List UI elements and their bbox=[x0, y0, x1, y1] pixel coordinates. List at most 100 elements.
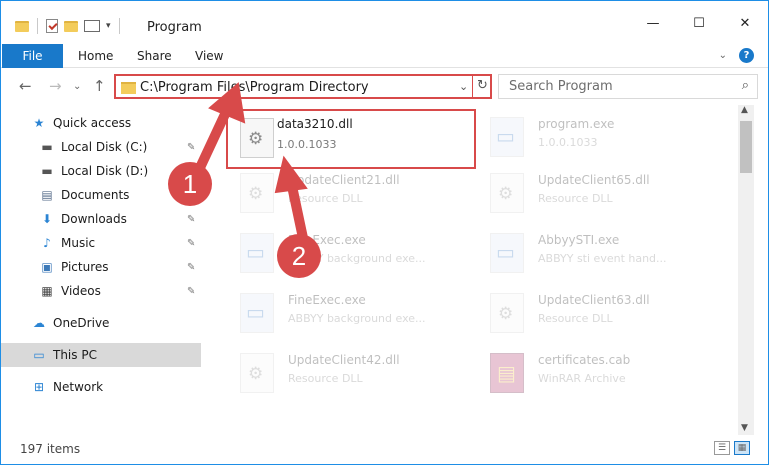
address-path[interactable]: C:\Program Files\Program Directory bbox=[140, 80, 369, 95]
star-icon: ★ bbox=[33, 116, 45, 130]
minimize-button[interactable]: — bbox=[630, 9, 676, 37]
window-title: Program bbox=[147, 20, 202, 35]
explorer-window: ▾ Program — ☐ ✕ File Home Share View ⌄ ?… bbox=[0, 0, 769, 465]
sidebar-item-pictures[interactable]: ▣ Pictures ✎ bbox=[1, 255, 201, 279]
quick-access-toolbar: ▾ bbox=[15, 18, 122, 34]
file-name: UpdateClient21.dll bbox=[288, 173, 400, 187]
file-name: certificates.cab bbox=[538, 353, 631, 367]
view-icon[interactable] bbox=[84, 20, 100, 32]
file-item[interactable]: UpdateClient63.dll Resource DLL bbox=[476, 285, 716, 341]
sidebar-item-local-disk-c[interactable]: ▬ Local Disk (C:) ✎ bbox=[1, 135, 201, 159]
file-item[interactable]: FineExec.exe ABBYY background exe... bbox=[226, 285, 466, 341]
sidebar-item-quick-access[interactable]: ★ Quick access bbox=[1, 111, 201, 135]
music-icon: ♪ bbox=[43, 236, 51, 250]
tab-view[interactable]: View bbox=[195, 49, 223, 63]
sidebar-item-videos[interactable]: ▦ Videos ✎ bbox=[1, 279, 201, 303]
ribbon-right: ⌄ ? bbox=[719, 48, 754, 63]
sidebar-item-network[interactable]: ⊞ Network bbox=[1, 375, 201, 399]
properties-icon[interactable] bbox=[46, 19, 58, 33]
file-item[interactable]: certificates.cab WinRAR Archive bbox=[476, 345, 716, 401]
file-item[interactable]: UpdateClient65.dll Resource DLL bbox=[476, 165, 716, 221]
up-button[interactable]: ↑ bbox=[93, 77, 106, 95]
file-item[interactable]: AbbyySTI.exe ABBYY sti event hand... bbox=[476, 225, 716, 281]
file-name: data3210.dll bbox=[277, 117, 353, 131]
file-name: UpdateClient42.dll bbox=[288, 353, 400, 367]
navigation-pane: ★ Quick access ▬ Local Disk (C:) ✎ ▬ Local Dis… bbox=[1, 105, 203, 435]
close-button[interactable]: ✕ bbox=[722, 9, 768, 37]
dll-file-icon bbox=[490, 173, 524, 213]
search-icon[interactable]: ⌕ bbox=[742, 78, 749, 93]
pin-icon: ✎ bbox=[187, 237, 196, 249]
scroll-down-icon[interactable]: ▼ bbox=[741, 423, 748, 433]
file-item[interactable]: FineExec.exeABBYY background exe... bbox=[226, 225, 466, 281]
file-item[interactable]: UpdateClient42.dll Resource DLL bbox=[226, 345, 466, 401]
file-name: program.exe bbox=[538, 117, 615, 131]
toolbar-divider bbox=[118, 18, 120, 34]
maximize-button[interactable]: ☐ bbox=[676, 9, 722, 37]
details-view-icon[interactable]: ☰ bbox=[714, 441, 730, 455]
application-icon bbox=[490, 117, 524, 157]
tab-file[interactable]: File bbox=[2, 44, 63, 68]
search-box[interactable]: Search Program ⌕ bbox=[498, 74, 758, 99]
pin-icon: ✎ bbox=[187, 261, 196, 273]
computer-icon: ▭ bbox=[33, 348, 45, 362]
toolbar-divider bbox=[37, 18, 38, 34]
vertical-scrollbar[interactable]: ▲ ▼ bbox=[738, 105, 754, 435]
application-icon bbox=[490, 233, 524, 273]
annotation-badge-2: 2 bbox=[277, 234, 321, 278]
forward-button[interactable]: → bbox=[49, 77, 62, 95]
window-controls: — ☐ ✕ bbox=[630, 9, 768, 37]
search-placeholder[interactable]: Search Program bbox=[509, 79, 613, 94]
view-switcher: ☰ ▦ bbox=[714, 441, 750, 455]
file-name: FineExec.exe bbox=[288, 293, 366, 307]
file-description: WinRAR Archive bbox=[538, 372, 626, 385]
address-dropdown-icon[interactable]: ⌄ bbox=[459, 80, 468, 93]
sidebar-item-onedrive[interactable]: ☁ OneDrive bbox=[1, 311, 201, 335]
pictures-icon: ▣ bbox=[41, 260, 53, 274]
network-icon: ⊞ bbox=[33, 380, 45, 394]
sidebar-item-label: Documents bbox=[61, 188, 130, 202]
file-description: Resource DLL bbox=[538, 192, 613, 205]
scrollbar-thumb[interactable] bbox=[740, 121, 752, 173]
folder-icon bbox=[121, 82, 136, 94]
scroll-up-icon[interactable]: ▲ bbox=[741, 105, 748, 115]
large-icons-view-icon[interactable]: ▦ bbox=[734, 441, 750, 455]
refresh-icon[interactable]: ↻ bbox=[477, 78, 488, 93]
file-name: AbbyySTI.exe bbox=[538, 233, 620, 247]
folder-icon[interactable] bbox=[15, 20, 29, 32]
tab-share[interactable]: Share bbox=[137, 49, 172, 63]
file-name: UpdateClient63.dll bbox=[538, 293, 650, 307]
file-description: 1.0.0.1033 bbox=[538, 136, 598, 149]
file-item[interactable]: data3210.dll 1.0.0.1033 bbox=[226, 109, 476, 169]
address-divider bbox=[472, 76, 473, 97]
file-item[interactable]: program.exe 1.0.0.1033 bbox=[476, 109, 716, 165]
sidebar-item-this-pc[interactable]: ▭ This PC bbox=[1, 343, 201, 367]
archive-icon bbox=[490, 353, 524, 393]
sidebar-item-label: Local Disk (D:) bbox=[61, 164, 149, 178]
help-icon[interactable]: ? bbox=[739, 48, 754, 63]
file-item[interactable]: UpdateClient21.dll Resource DLL bbox=[226, 165, 466, 221]
tab-home[interactable]: Home bbox=[78, 49, 113, 63]
file-name: UpdateClient65.dll bbox=[538, 173, 650, 187]
pin-icon: ✎ bbox=[187, 213, 196, 225]
sidebar-item-downloads[interactable]: ⬇ Downloads ✎ bbox=[1, 207, 201, 231]
sidebar-item-label: OneDrive bbox=[53, 316, 110, 330]
sidebar-item-label: Music bbox=[61, 236, 96, 250]
address-bar[interactable]: C:\Program Files\Program Directory ⌄ ↻ bbox=[114, 74, 492, 99]
drive-icon: ▬ bbox=[41, 140, 53, 154]
sidebar-item-music[interactable]: ♪ Music ✎ bbox=[1, 231, 201, 255]
sidebar-item-label: Downloads bbox=[61, 212, 127, 226]
new-folder-icon[interactable] bbox=[64, 20, 78, 32]
file-description: 1.0.0.1033 bbox=[277, 138, 337, 151]
application-icon bbox=[240, 233, 274, 273]
cloud-icon: ☁ bbox=[33, 316, 45, 330]
sidebar-item-label: Videos bbox=[61, 284, 101, 298]
file-description: ABBYY background exe... bbox=[288, 312, 426, 325]
expand-ribbon-icon[interactable]: ⌄ bbox=[719, 50, 727, 61]
back-button[interactable]: ← bbox=[19, 77, 32, 95]
documents-icon: ▤ bbox=[41, 188, 53, 202]
recent-locations-dropdown[interactable]: ⌄ bbox=[73, 81, 81, 92]
dll-file-icon bbox=[240, 118, 274, 158]
customize-dropdown-icon[interactable]: ▾ bbox=[106, 21, 111, 31]
file-description: Resource DLL bbox=[538, 312, 613, 325]
